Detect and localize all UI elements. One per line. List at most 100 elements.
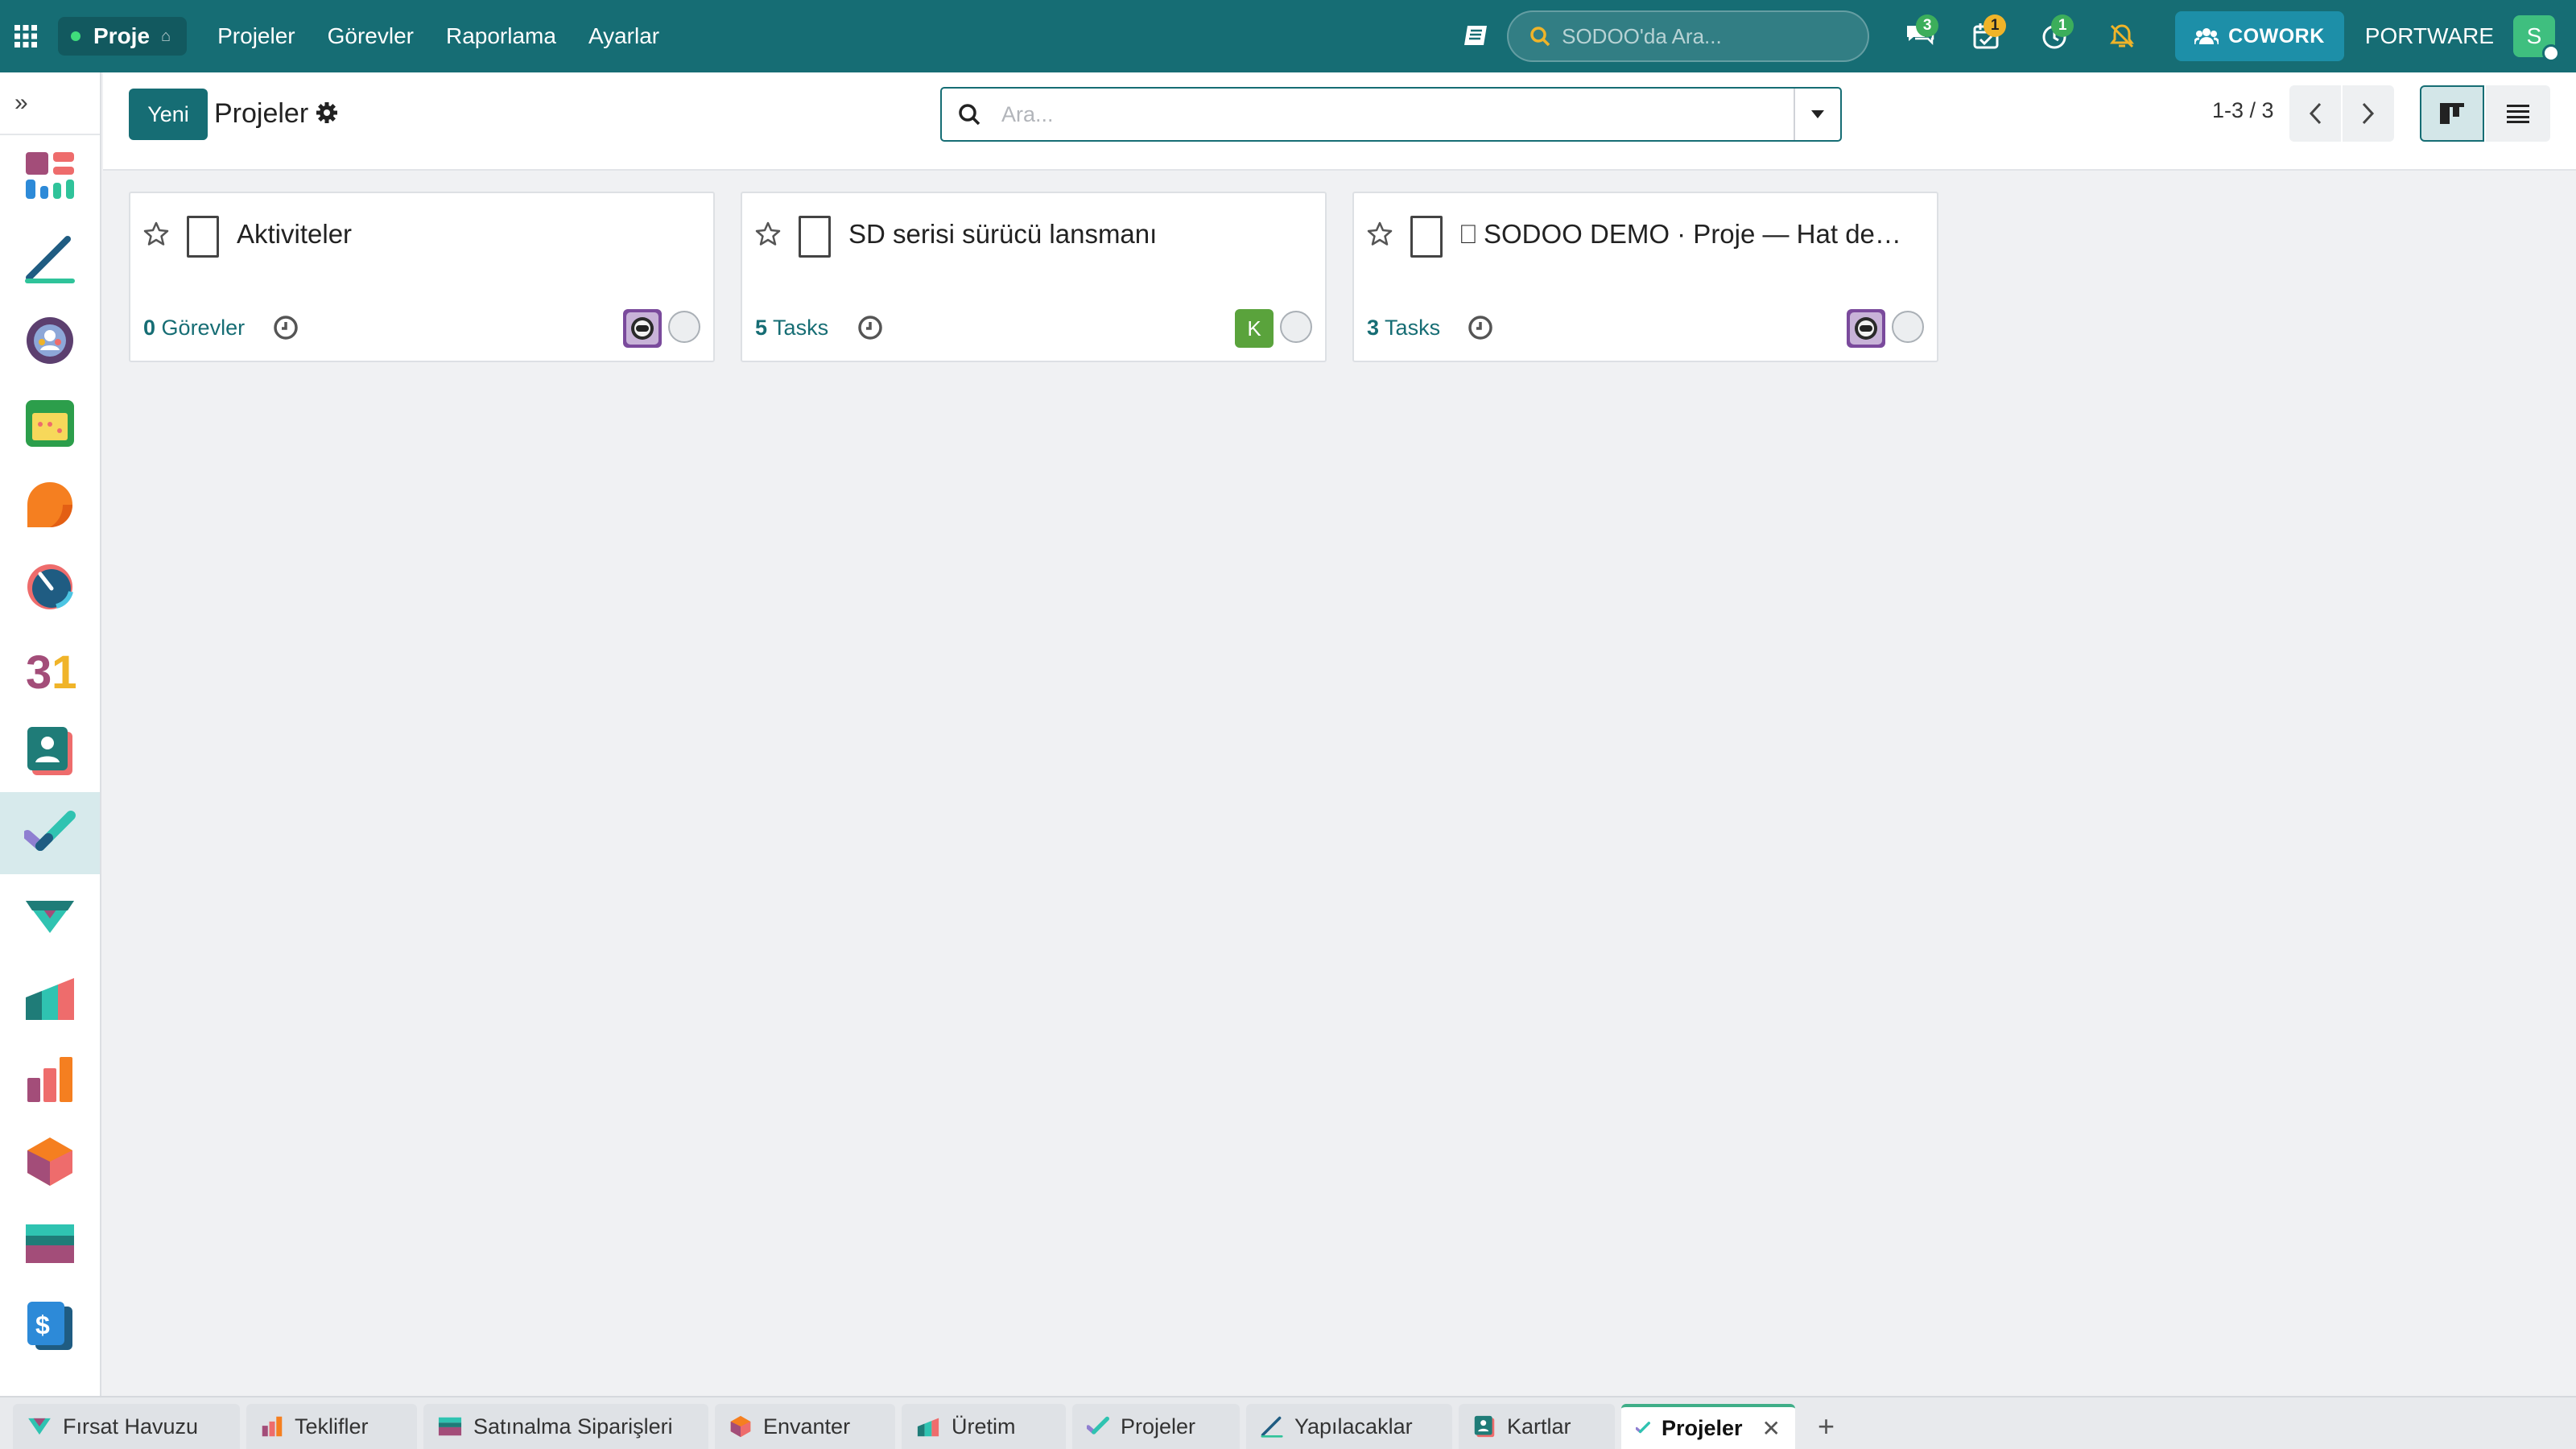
list-view-button[interactable] <box>2486 85 2550 142</box>
activity-clock-icon[interactable] <box>857 314 884 341</box>
users-icon <box>2194 28 2219 45</box>
project-task-link[interactable]: 0 Görevler <box>143 316 245 341</box>
kanban-view-button[interactable] <box>2420 85 2484 142</box>
menu-projeler[interactable]: Projeler <box>201 23 311 49</box>
project-color-box <box>1410 216 1443 258</box>
main-menu: Projeler Görevler Raporlama Ayarlar <box>201 23 675 49</box>
control-panel: Yeni Projeler 1-3 / 3 <box>103 72 2576 171</box>
search-icon <box>1530 27 1550 47</box>
menu-ayarlar[interactable]: Ayarlar <box>572 23 675 49</box>
cowork-button[interactable]: COWORK <box>2175 11 2344 61</box>
company-switcher[interactable]: PORTWARE <box>2365 23 2494 49</box>
project-name: SD serisi sürücü lansmanı <box>848 219 1158 249</box>
contacts-icon <box>1474 1415 1495 1438</box>
crm-pipeline-icon[interactable] <box>0 874 100 956</box>
bot-avatar-icon <box>1850 312 1882 345</box>
favorite-star-icon[interactable] <box>143 221 169 246</box>
timer-badge: 1 <box>2051 14 2074 37</box>
page-title: Projeler <box>214 98 309 129</box>
cowork-label: COWORK <box>2228 24 2325 47</box>
inventory-icon[interactable] <box>0 1121 100 1203</box>
bottom-tab-bar: Fırsat Havuzu Teklifler Satınalma Sipari… <box>0 1396 2576 1449</box>
discuss-icon[interactable] <box>0 299 100 382</box>
project-card[interactable]: ⎕ SODOO DEMO · Proje — Hat devreye alma … <box>1352 192 1938 362</box>
search-icon <box>959 104 980 126</box>
owner-avatar-robot[interactable] <box>623 309 662 348</box>
owner-initial: K <box>1247 316 1261 341</box>
tab-teklifler[interactable]: Teklifler <box>246 1404 417 1449</box>
sales-icon[interactable] <box>0 1038 100 1121</box>
tab-yapilacaklar[interactable]: Yapılacaklar <box>1246 1404 1452 1449</box>
task-count: 5 <box>755 316 768 340</box>
global-search[interactable]: SODOO'da Ara... <box>1507 10 1870 62</box>
menu-gorevler[interactable]: Görevler <box>312 23 430 49</box>
add-tab-button[interactable]: + <box>1802 1404 1851 1449</box>
project-color-box <box>799 216 831 258</box>
project-icon[interactable] <box>0 792 100 874</box>
favorite-star-icon[interactable] <box>1367 221 1393 246</box>
project-name: ⎕ SODOO DEMO · Proje — Hat devreye alma <box>1460 219 1911 249</box>
timer-icon[interactable]: 1 <box>2030 0 2079 72</box>
invoicing-icon[interactable]: $ <box>0 1285 100 1367</box>
user-initial: S <box>2526 23 2542 48</box>
close-icon[interactable]: ✕ <box>1762 1415 1781 1442</box>
documentation-icon[interactable] <box>1452 0 1501 72</box>
menu-raporlama[interactable]: Raporlama <box>430 23 572 49</box>
project-card[interactable]: SD serisi sürücü lansmanı 5 Tasks K <box>741 192 1327 362</box>
global-search-placeholder: SODOO'da Ara... <box>1562 23 1722 48</box>
caret-down-icon <box>1811 110 1824 118</box>
project-task-link[interactable]: 5 Tasks <box>755 316 828 341</box>
project-task-link[interactable]: 3 Tasks <box>1367 316 1440 341</box>
activities-icon[interactable]: 1 <box>1963 0 2011 72</box>
task-count: 3 <box>1367 316 1380 340</box>
kanban-state-dot[interactable] <box>668 311 700 343</box>
kanban-view: Aktiviteler 0 Görevler SD serisi sürücü … <box>103 171 2576 1394</box>
app-brand[interactable]: Proje ⌂ <box>58 17 188 56</box>
tab-label: Üretim <box>952 1414 1016 1439</box>
dashboard-icon[interactable] <box>0 135 100 217</box>
svg-text:$: $ <box>35 1311 50 1340</box>
owner-avatar-robot[interactable] <box>1847 309 1885 348</box>
activity-clock-icon[interactable] <box>1467 314 1494 341</box>
svg-text:1: 1 <box>52 646 76 695</box>
favorite-star-icon[interactable] <box>755 221 781 246</box>
search-options-toggle[interactable] <box>1794 89 1840 140</box>
gear-icon[interactable] <box>316 101 338 124</box>
pager-next-button[interactable] <box>2343 85 2394 142</box>
bot-avatar-icon <box>626 312 658 345</box>
project-icon <box>1087 1416 1109 1435</box>
tab-firsat-havuzu[interactable]: Fırsat Havuzu <box>13 1404 240 1449</box>
contacts-icon[interactable] <box>0 710 100 792</box>
manufacturing-icon[interactable] <box>0 956 100 1038</box>
kanban-state-dot[interactable] <box>1280 311 1312 343</box>
notifications-muted-icon[interactable] <box>2098 0 2146 72</box>
pager-value[interactable]: 1-3 / 3 <box>2212 98 2274 123</box>
tab-uretim[interactable]: Üretim <box>902 1404 1066 1449</box>
new-button[interactable]: Yeni <box>129 89 208 140</box>
tab-satinalma-siparisleri[interactable]: Satınalma Siparişleri <box>423 1404 708 1449</box>
tab-envanter[interactable]: Envanter <box>715 1404 895 1449</box>
user-avatar[interactable]: S <box>2513 15 2560 62</box>
search-input[interactable] <box>1001 101 1794 127</box>
purchase-icon[interactable] <box>0 1203 100 1285</box>
search-bar <box>940 87 1842 142</box>
calendar31-icon[interactable]: 31 <box>0 628 100 710</box>
tab-kartlar[interactable]: Kartlar <box>1459 1404 1615 1449</box>
task-label: Görevler <box>161 316 246 340</box>
activity-clock-icon[interactable] <box>272 314 299 341</box>
messages-icon[interactable]: 3 <box>1895 0 1943 72</box>
pager-previous-button[interactable] <box>2289 85 2341 142</box>
task-label: Tasks <box>1385 316 1441 340</box>
sidebar-collapse-button[interactable]: » <box>0 72 100 135</box>
purchase-icon <box>438 1417 462 1436</box>
todo-icon[interactable] <box>0 217 100 299</box>
timesheet-icon[interactable] <box>0 546 100 628</box>
tab-projeler[interactable]: Projeler <box>1072 1404 1240 1449</box>
owner-avatar-k[interactable]: K <box>1235 309 1274 348</box>
calendar-icon[interactable] <box>0 382 100 464</box>
kanban-state-dot[interactable] <box>1892 311 1924 343</box>
app-menu-icon[interactable] <box>0 0 52 72</box>
project-card[interactable]: Aktiviteler 0 Görevler <box>129 192 715 362</box>
crm-icon[interactable] <box>0 464 100 546</box>
tab-projeler-active[interactable]: Projeler ✕ <box>1621 1404 1795 1449</box>
